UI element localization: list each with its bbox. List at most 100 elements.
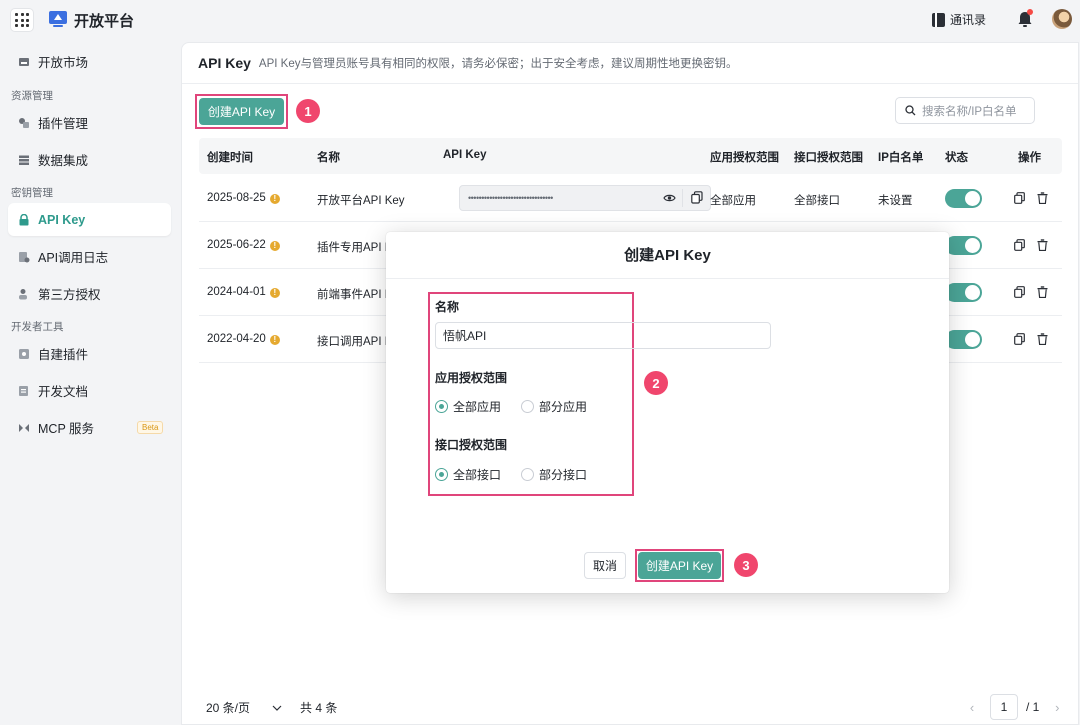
radio-dot	[435, 400, 448, 413]
database-icon	[19, 155, 29, 165]
radio-some-apis[interactable]: 部分接口	[521, 466, 587, 483]
notification-dot	[1027, 9, 1033, 15]
plugin-icon	[19, 117, 29, 128]
app-title: 开放平台	[74, 13, 135, 30]
avatar[interactable]	[1052, 9, 1072, 29]
sidebar-item-api-key[interactable]: API Key	[8, 203, 171, 236]
name-field[interactable]: 悟帆API	[435, 322, 771, 349]
status-toggle[interactable]	[945, 189, 982, 208]
warning-icon: !	[269, 335, 280, 345]
platform-logo-icon	[49, 11, 67, 27]
warning-icon: !	[269, 194, 280, 204]
key-name: 接口调用API K	[317, 336, 393, 348]
sidebar-item-custom-plugin[interactable]: 自建插件	[8, 337, 171, 370]
page-title: API Key	[198, 55, 251, 71]
column-header: 应用授权范围	[710, 152, 779, 164]
sidebar-item-third-party-auth[interactable]: 第三方授权	[8, 277, 171, 310]
create-api-key-button[interactable]: 创建API Key	[199, 98, 284, 125]
name-label: 名称	[435, 300, 460, 314]
column-header: 接口授权范围	[794, 152, 863, 164]
copy-icon[interactable]	[1014, 333, 1025, 345]
table-row: 2025-08-25! 开放平台API Key ••••••••••••••••…	[199, 175, 1062, 222]
radio-all-apps[interactable]: 全部应用	[435, 398, 501, 415]
grid-icon[interactable]	[10, 8, 34, 32]
user-auth-icon	[19, 288, 27, 299]
sidebar-item-market[interactable]: 开放市场	[8, 45, 171, 78]
radio-all-apis[interactable]: 全部接口	[435, 466, 501, 483]
column-header: 状态	[945, 152, 968, 164]
created-date-text: 2025-08-25	[207, 192, 266, 204]
cancel-button[interactable]: 取消	[584, 552, 626, 579]
prev-page-icon[interactable]: ‹	[962, 700, 982, 715]
key-icon	[19, 213, 29, 225]
mcp-icon	[19, 423, 29, 432]
app-scope-label: 应用授权范围	[435, 371, 508, 385]
api-scope-radio-group: 全部接口 部分接口	[435, 466, 587, 483]
api-key-masked: ••••••••••••••••••••••••••••••••	[468, 193, 553, 203]
sidebar-group-devtools: 开发者工具	[11, 321, 64, 333]
contacts-book-icon	[932, 12, 945, 27]
search-input[interactable]: 搜索名称/IP白名单	[895, 97, 1035, 124]
sidebar-item-label: API调用日志	[38, 251, 109, 265]
doc-icon	[19, 385, 28, 396]
sidebar-item-label: 开放市场	[38, 56, 89, 70]
page-total: / 1	[1026, 700, 1040, 714]
page-size-select[interactable]: 20 条/页	[206, 699, 282, 716]
api-scope-label: 接口授权范围	[435, 438, 508, 452]
table-header: 创建时间 名称 API Key 应用授权范围 接口授权范围 IP白名单 状态 操…	[199, 138, 1062, 174]
eye-icon[interactable]	[663, 192, 676, 204]
created-date: 2022-04-20!	[207, 333, 280, 345]
trash-icon[interactable]	[1037, 239, 1048, 251]
column-header: API Key	[443, 149, 487, 161]
sidebar-item-data-integration[interactable]: 数据集成	[8, 143, 171, 176]
api-key-field: ••••••••••••••••••••••••••••••••	[459, 185, 711, 211]
radio-dot	[521, 468, 535, 481]
copy-icon[interactable]	[1014, 239, 1025, 251]
radio-label: 部分应用	[539, 400, 588, 414]
trash-icon[interactable]	[1037, 192, 1048, 204]
store-icon	[19, 57, 29, 66]
sidebar-group-resource: 资源管理	[11, 90, 53, 102]
log-icon	[19, 251, 30, 262]
step-badge-1: 1	[296, 99, 320, 123]
trash-icon[interactable]	[1037, 286, 1048, 298]
step-badge-3: 3	[734, 553, 758, 577]
top-bar: 开放平台 通讯录	[0, 0, 1080, 40]
sidebar-item-api-log[interactable]: API调用日志	[8, 240, 171, 273]
radio-dot	[521, 400, 535, 413]
radio-label: 全部应用	[453, 400, 502, 414]
create-api-key-dialog: 创建API Key 2 名称 悟帆API 应用授权范围 全部应用 部分应用 接口…	[386, 232, 949, 593]
contacts-button[interactable]: 通讯录	[932, 11, 986, 28]
trash-icon[interactable]	[1037, 333, 1048, 345]
sidebar-item-plugins[interactable]: 插件管理	[8, 106, 171, 139]
sidebar-item-label: API Key	[38, 212, 86, 227]
radio-some-apps[interactable]: 部分应用	[521, 398, 587, 415]
next-page-icon[interactable]: ›	[1047, 700, 1067, 715]
status-toggle[interactable]	[945, 236, 982, 255]
copy-icon[interactable]	[1014, 286, 1025, 298]
sidebar-item-label: 插件管理	[38, 117, 89, 131]
confirm-create-button[interactable]: 创建API Key	[638, 552, 721, 579]
ip-whitelist: 未设置	[878, 195, 913, 207]
status-toggle[interactable]	[945, 283, 982, 302]
key-name: 前端事件API K	[317, 289, 393, 301]
created-date: 2024-04-01!	[207, 286, 280, 298]
page-description: API Key与管理员账号具有相同的权限，请务必保密；出于安全考虑，建议周期性地…	[258, 58, 738, 70]
api-scope: 全部接口	[794, 195, 840, 207]
page-number-input[interactable]: 1	[990, 694, 1018, 720]
page-size-label: 20 条/页	[206, 701, 251, 715]
status-toggle[interactable]	[945, 330, 982, 349]
search-placeholder: 搜索名称/IP白名单	[922, 105, 1017, 118]
key-name: 插件专用API K	[317, 242, 393, 254]
radio-label: 部分接口	[539, 468, 588, 482]
sidebar-group-keys: 密钥管理	[11, 187, 53, 199]
copy-icon[interactable]	[691, 191, 703, 204]
created-date-text: 2024-04-01	[207, 286, 266, 298]
page-header: API Key API Key与管理员账号具有相同的权限，请务必保密；出于安全考…	[182, 43, 1078, 84]
step-badge-2: 2	[644, 371, 668, 395]
copy-icon[interactable]	[1014, 192, 1025, 204]
app-scope: 全部应用	[710, 195, 756, 207]
sidebar: 开放市场 资源管理 插件管理 数据集成 密钥管理 API Key API调用日志…	[0, 40, 180, 725]
sidebar-item-dev-docs[interactable]: 开发文档	[8, 374, 171, 407]
app-scope-radio-group: 全部应用 部分应用	[435, 398, 587, 415]
